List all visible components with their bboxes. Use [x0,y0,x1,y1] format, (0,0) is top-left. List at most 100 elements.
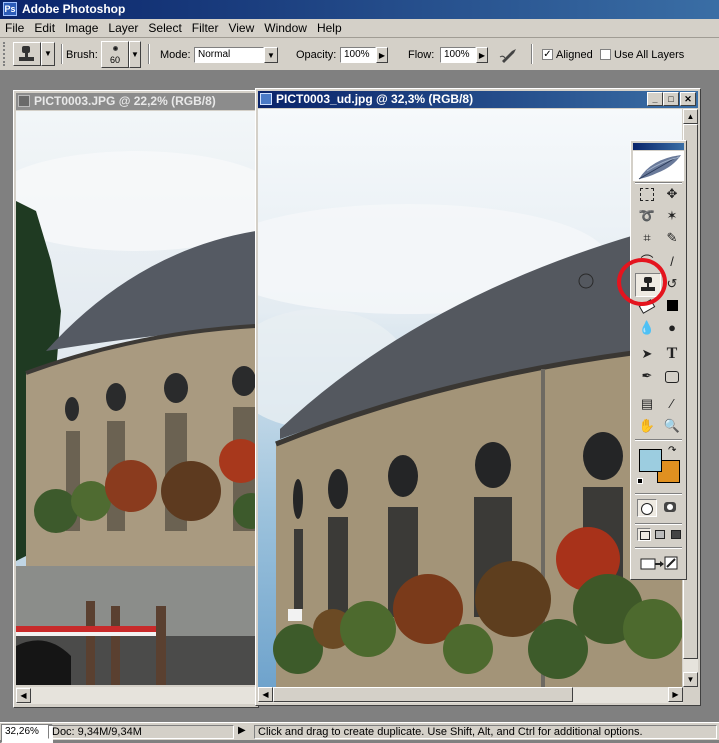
screen-mode-icon [671,530,681,539]
menu-image[interactable]: Image [60,19,103,35]
shape-tool[interactable] [660,365,684,387]
dodge-icon: ● [668,320,676,335]
menu-bar: File Edit Image Layer Select Filter View Window… [0,19,719,38]
eyedropper-tool[interactable]: ⁄ [660,393,684,415]
standard-mode-icon [641,503,653,515]
tool-preset-button[interactable] [13,42,41,66]
photoshop-app-icon: Ps [3,2,17,16]
tool-preset-dropdown[interactable]: ▼ [41,42,55,66]
mode-select[interactable]: Normal [194,47,264,63]
scroll-left-button[interactable]: ◀ [16,688,31,703]
use-all-layers-label: Use All Layers [614,49,685,61]
horizontal-scrollbar[interactable]: ◀ ▶ [258,687,683,703]
horizontal-scrollbar[interactable]: ◀ [16,687,256,704]
jump-to-imageready-button[interactable] [639,553,679,573]
pen-tool[interactable]: ✒ [635,365,659,387]
document-canvas[interactable] [258,109,682,687]
document-title: PICT0003.JPG @ 22,2% (RGB/8) [34,94,216,108]
document-canvas[interactable] [16,111,256,685]
document-window-pict0003[interactable]: PICT0003.JPG @ 22,2% (RGB/8) ◀ [13,90,259,708]
toolbox-palette[interactable]: ✥ ➰ ✶ ⌗ ✎ ⌒ / ↺ 💧 ● ➤ T ✒ ▤ ⁄ ✋ 🔍 ↷ [630,140,687,580]
aligned-checkbox[interactable]: ✓ [542,49,553,60]
brush-size-value: 60 [109,55,120,65]
scroll-right-button[interactable]: ▶ [668,687,683,702]
gradient-tool[interactable] [660,295,684,317]
note-icon: ▤ [640,396,654,411]
lasso-icon: ➰ [638,208,656,223]
scroll-up-button[interactable]: ▲ [683,109,698,124]
screen-mode-icon [640,531,650,540]
zoom-level-field[interactable]: 32,26% [1,724,53,743]
options-bar-grip[interactable] [3,42,9,66]
full-screen-menu-mode-button[interactable] [653,528,667,541]
opacity-field[interactable]: 100% [340,47,376,63]
pen-nib-icon: ✒ [641,368,653,383]
flow-slider-arrow[interactable]: ▶ [476,47,488,63]
standard-mode-button[interactable] [637,499,657,517]
status-bar: 32,26% Doc: 9,34M/9,34M ▶ Click and drag… [0,722,719,743]
tool-options-bar: ▼ Brush: 60 ▼ Mode: Normal ▼ Opacity: 10… [0,38,719,71]
menu-select[interactable]: Select [143,19,186,35]
crop-tool[interactable]: ⌗ [635,227,659,249]
dodge-tool[interactable]: ● [660,317,684,339]
airbrush-icon [499,49,516,63]
magnifier-icon: 🔍 [663,418,681,433]
notes-tool[interactable]: ▤ [635,393,659,415]
menu-view[interactable]: View [223,19,259,35]
canvas-photo-duplicate [258,109,682,687]
flow-field[interactable]: 100% [440,47,476,63]
move-tool[interactable]: ✥ [660,183,684,205]
menu-window[interactable]: Window [259,19,312,35]
document-title-bar[interactable]: PICT0003.JPG @ 22,2% (RGB/8) [16,93,256,110]
app-title: Adobe Photoshop [22,2,126,16]
opacity-slider-arrow[interactable]: ▶ [376,47,388,63]
full-screen-mode-button[interactable] [669,528,683,541]
blur-tool[interactable]: 💧 [635,317,659,339]
foreground-color-swatch[interactable] [639,449,662,472]
close-button[interactable]: ✕ [680,92,696,106]
maximize-button[interactable]: □ [663,92,679,106]
gradient-icon [666,300,678,311]
brush-label: Brush: [66,49,98,61]
type-tool[interactable]: T [660,343,684,365]
use-all-layers-checkbox[interactable] [600,49,611,60]
aligned-label: Aligned [556,49,593,61]
document-title-bar[interactable]: PICT0003_ud.jpg @ 32,3% (RGB/8) _ □ ✕ [258,91,698,108]
eyedropper-icon: ⁄ [670,396,674,411]
brush-preset-picker[interactable]: 60 [101,41,129,68]
options-separator [61,44,63,64]
toolbox-title-bar[interactable] [633,143,684,150]
standard-screen-mode-button[interactable] [637,528,651,541]
flow-label: Flow: [408,49,435,61]
default-colors-icon[interactable] [637,478,643,484]
status-menu-arrow[interactable]: ▶ [238,725,250,739]
magic-wand-tool[interactable]: ✶ [660,205,684,227]
scroll-down-button[interactable]: ▼ [683,672,698,687]
document-icon [260,93,272,105]
lasso-tool[interactable]: ➰ [635,205,659,227]
horizontal-scroll-thumb[interactable] [273,687,573,702]
swap-colors-icon[interactable]: ↷ [668,445,676,456]
menu-help[interactable]: Help [312,19,347,35]
screen-mode-icon [655,530,665,539]
path-selection-tool[interactable]: ➤ [635,343,659,365]
brush-icon: / [670,254,674,269]
minimize-button[interactable]: _ [647,92,663,106]
slice-tool[interactable]: ✎ [660,227,684,249]
menu-layer[interactable]: Layer [103,19,143,35]
menu-edit[interactable]: Edit [29,19,60,35]
magic-wand-icon: ✶ [666,208,678,223]
menu-filter[interactable]: Filter [187,19,224,35]
document-title: PICT0003_ud.jpg @ 32,3% (RGB/8) [276,92,474,106]
scroll-left-button[interactable]: ◀ [258,687,273,702]
quick-mask-mode-button[interactable] [661,499,681,517]
adobe-online-button[interactable] [633,151,684,181]
menu-file[interactable]: File [0,19,29,35]
mode-dropdown-arrow[interactable]: ▼ [264,47,278,63]
hand-tool[interactable]: ✋ [635,415,659,437]
rectangular-marquee-tool[interactable] [635,183,659,205]
zoom-tool[interactable]: 🔍 [660,415,684,437]
rounded-rectangle-icon [665,371,679,383]
airbrush-toggle[interactable] [498,45,522,65]
brush-dropdown[interactable]: ▼ [129,41,141,68]
